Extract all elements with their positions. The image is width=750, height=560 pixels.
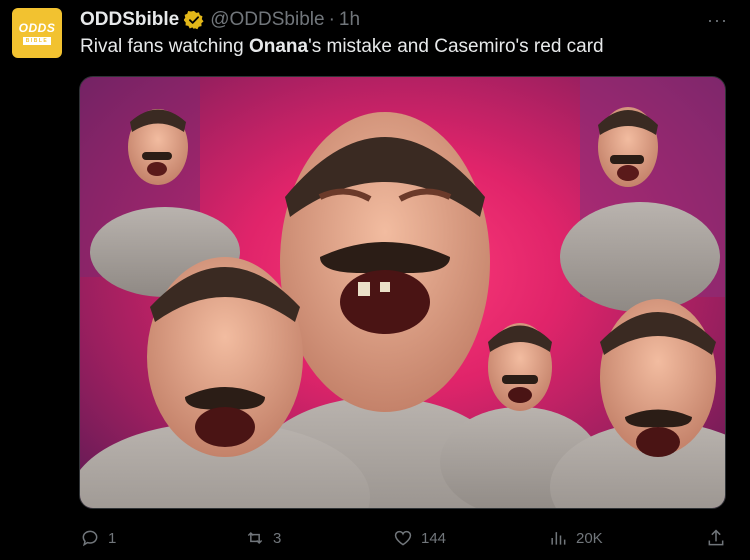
post-media-image[interactable] [79,76,726,509]
repost-count: 3 [273,529,282,547]
post-text: Rival fans watching Onana's mistake and … [80,36,604,58]
handle[interactable]: @ODDSbible [210,9,324,31]
timestamp[interactable]: 1h [339,9,360,31]
views-chart-icon [551,532,566,545]
repost-button[interactable]: 3 [245,528,281,548]
post-text-start: Rival fans watching [80,36,249,57]
reply-count: 1 [108,529,117,547]
reply-button[interactable]: 1 [80,528,116,548]
laughing-meme-collage-icon [80,77,725,508]
reply-icon [82,530,98,547]
display-name[interactable]: ODDSbible [80,9,179,31]
post-header: ODDSbible @ODDSbible · 1h [80,8,360,32]
verified-badge-icon [183,10,204,30]
repost-icon [247,531,263,545]
heart-icon [394,530,412,546]
avatar-logo-subtext: BIBLE [22,36,52,45]
like-count: 144 [421,529,447,547]
views-count: 20K [576,529,603,547]
post-text-bold: Onana [248,36,309,57]
more-options-icon[interactable]: ··· [707,10,728,31]
post-text-end: 's mistake and Casemiro's red card [308,36,604,57]
like-button[interactable]: 144 [393,528,446,548]
views-button[interactable]: 20K [548,528,603,548]
share-button[interactable] [706,528,726,548]
avatar[interactable]: ODDS BIBLE [12,8,62,58]
separator-dot: · [328,9,335,30]
share-icon [708,529,724,546]
action-bar: 1 3 144 20K [80,528,726,550]
avatar-logo-text: ODDS [18,20,56,35]
